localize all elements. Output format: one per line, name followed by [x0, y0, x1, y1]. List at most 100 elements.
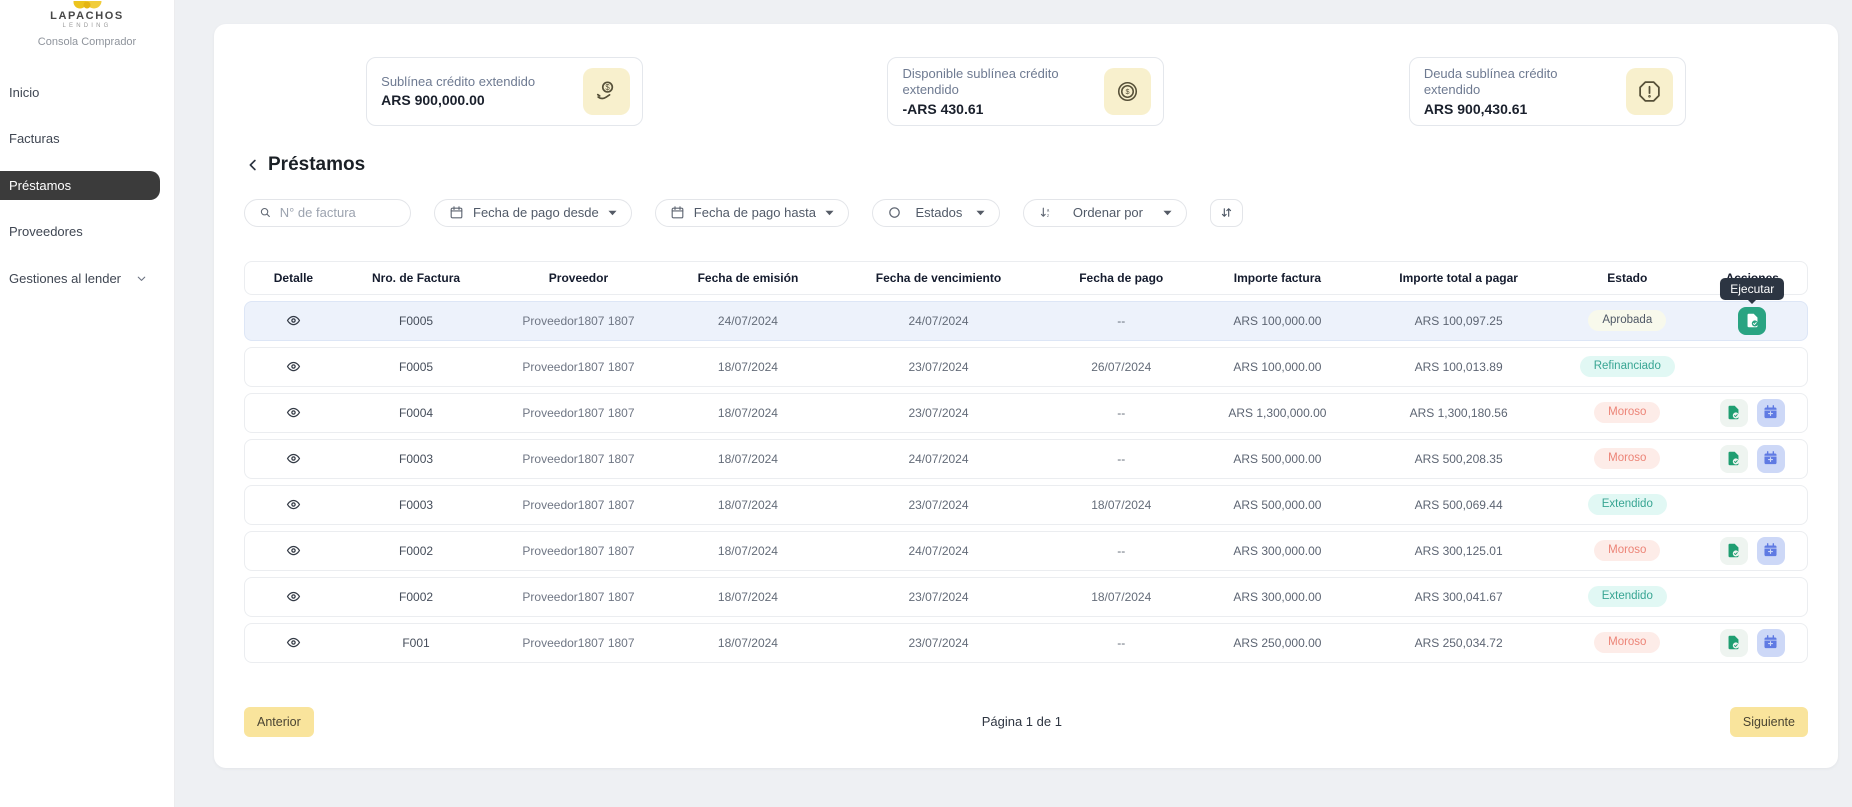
sidebar-item-label: Inicio: [9, 85, 39, 100]
sort-icon: az: [1038, 205, 1053, 220]
invoice-number: F0002: [342, 544, 490, 558]
due-date: 24/07/2024: [829, 452, 1048, 466]
circle-status-icon: [887, 205, 902, 220]
execute-loan-button[interactable]: [1720, 445, 1748, 473]
invoice-number: F0003: [342, 452, 490, 466]
svg-text:z: z: [1047, 213, 1050, 218]
payment-date: --: [1048, 314, 1195, 328]
invoice-amount: ARS 300,000.00: [1195, 544, 1361, 558]
invoice-number: F001: [342, 636, 490, 650]
table-row: F0004Proveedor1807 180718/07/202423/07/2…: [244, 393, 1808, 433]
extend-loan-button[interactable]: [1757, 445, 1785, 473]
view-detail-button[interactable]: [283, 357, 303, 377]
filter-date-from-button[interactable]: Fecha de pago desde: [434, 199, 632, 227]
filter-states-label: Estados: [915, 205, 962, 220]
invoice-number: F0005: [342, 314, 490, 328]
calendar-plus-icon: [1762, 404, 1779, 421]
provider-name: Proveedor1807 1807: [490, 314, 667, 328]
sidebar-item-facturas[interactable]: Facturas: [0, 124, 160, 153]
sidebar-item-proveedores[interactable]: Proveedores: [0, 217, 160, 246]
sidebar-item-gestiones-al-lender[interactable]: Gestiones al lender: [0, 264, 160, 293]
view-detail-button[interactable]: [283, 633, 303, 653]
total-amount: ARS 1,300,180.56: [1360, 406, 1557, 420]
view-detail-button[interactable]: [283, 403, 303, 423]
previous-page-button[interactable]: Anterior: [244, 707, 314, 737]
lapachos-flower-icon: [0, 0, 174, 10]
eye-icon: [286, 497, 301, 512]
due-date: 23/07/2024: [829, 406, 1048, 420]
invoice-amount: ARS 500,000.00: [1195, 498, 1361, 512]
payment-date: --: [1048, 406, 1195, 420]
table-row: F0003Proveedor1807 180718/07/202423/07/2…: [244, 485, 1808, 525]
execute-loan-button[interactable]: [1720, 537, 1748, 565]
search-input[interactable]: [280, 205, 396, 220]
sort-direction-toggle-button[interactable]: [1210, 199, 1243, 227]
payment-date: --: [1048, 452, 1195, 466]
sidebar-nav: Inicio Facturas Préstamos Proveedores Gestio…: [0, 60, 174, 293]
summary-card-value: -ARS 430.61: [902, 101, 1082, 117]
issue-date: 18/07/2024: [667, 636, 829, 650]
sidebar-item-pr-stamos[interactable]: Préstamos: [0, 171, 160, 200]
sidebar: LAPACHOS LENDING Consola Comprador Inici…: [0, 0, 175, 807]
view-detail-button[interactable]: [283, 449, 303, 469]
eye-icon: [286, 543, 301, 558]
total-amount: ARS 100,097.25: [1360, 314, 1557, 328]
payment-date: --: [1048, 544, 1195, 558]
summary-card-title: Sublínea crédito extendido: [381, 74, 535, 90]
execute-loan-button[interactable]: [1720, 629, 1748, 657]
table-header-cell: Importe total a pagar: [1360, 271, 1557, 285]
table-header-cell: Acciones: [1698, 271, 1807, 285]
view-detail-button[interactable]: [283, 587, 303, 607]
table-header-cell: Detalle: [245, 271, 342, 285]
extend-loan-button[interactable]: [1757, 629, 1785, 657]
summary-card-title: Disponible sublínea crédito extendido: [902, 66, 1082, 99]
total-amount: ARS 100,013.89: [1360, 360, 1557, 374]
chevron-down-icon: [135, 272, 148, 285]
due-date: 23/07/2024: [829, 590, 1048, 604]
main-area: Sublínea crédito extendido ARS 900,000.00…: [175, 0, 1852, 807]
filter-states-button[interactable]: Estados: [872, 199, 1000, 227]
extend-loan-button[interactable]: [1757, 399, 1785, 427]
filter-date-to-label: Fecha de pago hasta: [694, 205, 816, 220]
filter-date-to-button[interactable]: Fecha de pago hasta: [655, 199, 849, 227]
execute-loan-button[interactable]: [1720, 399, 1748, 427]
execute-loan-button[interactable]: [1738, 307, 1766, 335]
due-date: 24/07/2024: [829, 544, 1048, 558]
table-header-cell: Fecha de pago: [1048, 271, 1195, 285]
back-chevron-icon[interactable]: [244, 156, 262, 174]
console-label: Consola Comprador: [0, 36, 174, 48]
payment-date: --: [1048, 636, 1195, 650]
invoice-search-field[interactable]: [244, 199, 411, 227]
view-detail-button[interactable]: [283, 311, 303, 331]
sidebar-item-inicio[interactable]: Inicio: [0, 78, 160, 107]
eye-icon: [286, 405, 301, 420]
total-amount: ARS 300,041.67: [1360, 590, 1557, 604]
table-header-cell: Proveedor: [490, 271, 667, 285]
provider-name: Proveedor1807 1807: [490, 590, 667, 604]
due-date: 23/07/2024: [829, 636, 1048, 650]
view-detail-button[interactable]: [283, 495, 303, 515]
filter-date-from-label: Fecha de pago desde: [473, 205, 599, 220]
filter-row: Fecha de pago desde Fecha de pago hasta …: [244, 199, 1808, 227]
provider-name: Proveedor1807 1807: [490, 452, 667, 466]
view-detail-button[interactable]: [283, 541, 303, 561]
status-badge: Extendido: [1588, 586, 1667, 608]
extend-loan-button[interactable]: [1757, 537, 1785, 565]
next-page-button[interactable]: Siguiente: [1730, 707, 1808, 737]
issue-date: 18/07/2024: [667, 544, 829, 558]
payment-date: 26/07/2024: [1048, 360, 1195, 374]
table-body: F0005Proveedor1807 180724/07/202424/07/2…: [244, 301, 1808, 663]
summary-card-value: ARS 900,000.00: [381, 92, 535, 108]
document-check-icon: [1725, 634, 1742, 651]
page-title: Préstamos: [268, 154, 365, 176]
document-check-icon: [1725, 404, 1742, 421]
table-header-cell: Estado: [1557, 271, 1698, 285]
status-badge: Aprobada: [1588, 310, 1666, 332]
table-header-cell: Fecha de vencimiento: [829, 271, 1048, 285]
sidebar-item-label: Proveedores: [9, 224, 83, 239]
filter-sort-button[interactable]: az Ordenar por: [1023, 199, 1187, 227]
table-header-cell: Fecha de emisión: [667, 271, 829, 285]
eye-icon: [286, 313, 301, 328]
svg-text:a: a: [1047, 207, 1050, 212]
document-check-icon: [1725, 542, 1742, 559]
